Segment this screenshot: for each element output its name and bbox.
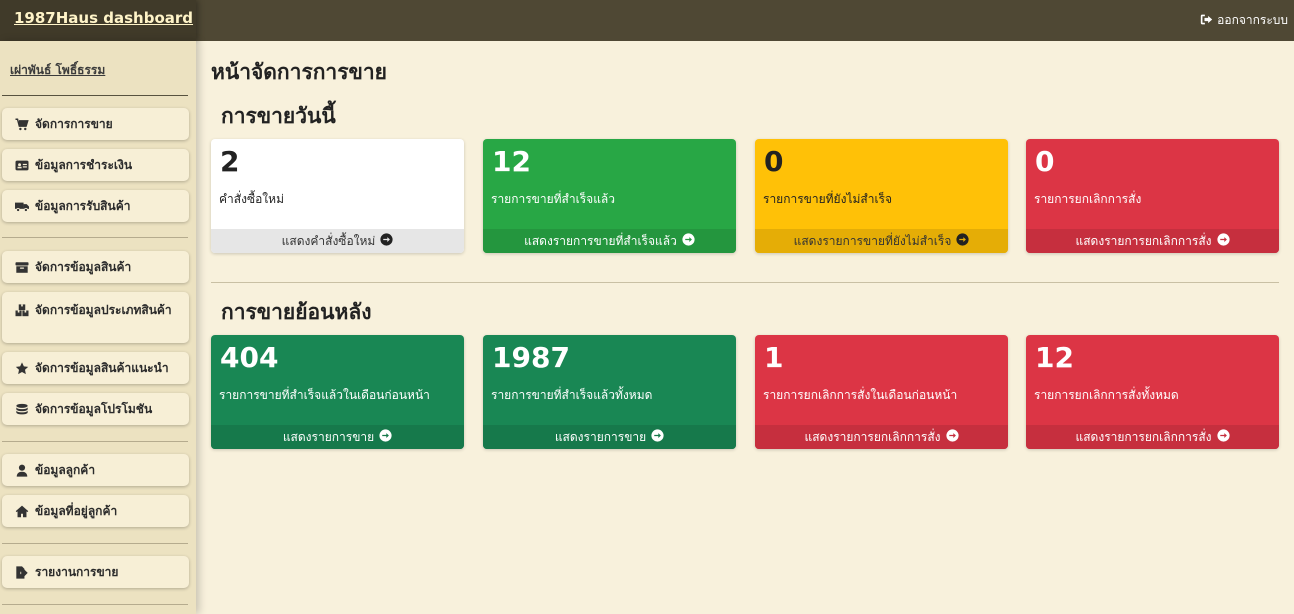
card-link[interactable]: แสดงรายการยกเลิกการสั่ง xyxy=(1026,425,1279,449)
card-link-label: แสดงคำสั่งซื้อใหม่ xyxy=(281,233,376,248)
sidebar-item-receiving-info[interactable]: ข้อมูลการรับสินค้า xyxy=(2,190,189,222)
report-export-icon xyxy=(15,565,30,579)
card-label: รายการขายที่สำเร็จแล้ว xyxy=(491,192,616,206)
arrow-circle-right-icon xyxy=(1216,429,1230,445)
sidebar: เผ่าพันธ์ โพธิ์ธรรม จัดการการขาย ข้อมูลก… xyxy=(0,41,196,614)
sidebar-divider xyxy=(2,441,188,442)
card-value: 1987 xyxy=(492,341,570,374)
sidebar-item-label: จัดการข้อมูลประเภทสินค้า xyxy=(35,303,172,317)
card-value: 1 xyxy=(764,341,784,374)
card-value: 12 xyxy=(1035,341,1074,374)
sidebar-item-product-management[interactable]: จัดการข้อมูลสินค้า xyxy=(2,251,189,283)
sidebar-item-recommended-products[interactable]: จัดการข้อมูลสินค้าแนะนำ xyxy=(2,352,189,384)
brand-area: 1987Haus dashboard xyxy=(0,0,196,41)
card-link-label: แสดงรายการยกเลิกการสั่ง xyxy=(804,429,941,444)
brand-link[interactable]: 1987Haus dashboard xyxy=(14,9,193,27)
sidebar-item-label: รายงานการขาย xyxy=(35,564,119,579)
sidebar-item-label: ข้อมูลที่อยู่ลูกค้า xyxy=(35,503,118,518)
card-link-label: แสดงรายการยกเลิกการสั่ง xyxy=(1075,233,1212,248)
sidebar-divider xyxy=(2,543,188,544)
card-completed-sales: 12 รายการขายที่สำเร็จแล้ว แสดงรายการขายท… xyxy=(483,139,736,253)
card-label: รายการยกเลิกการสั่ง xyxy=(1034,192,1142,206)
card-cancelled-last-month: 1 รายการยกเลิกการสั่งในเดือนก่อนหน้า แสด… xyxy=(755,335,1008,449)
card-label: รายการขายที่สำเร็จแล้วในเดือนก่อนหน้า xyxy=(219,388,430,402)
payment-card-icon xyxy=(15,159,30,172)
arrow-circle-right-icon xyxy=(1216,233,1230,249)
cart-icon xyxy=(15,117,30,131)
sidebar-divider xyxy=(2,237,188,238)
sidebar-divider xyxy=(2,604,188,605)
card-link[interactable]: แสดงรายการยกเลิกการสั่ง xyxy=(1026,229,1279,253)
card-link-label: แสดงรายการขายที่สำเร็จแล้ว xyxy=(524,233,677,248)
sidebar-item-label: ข้อมูลลูกค้า xyxy=(35,462,96,477)
card-link-label: แสดงรายการยกเลิกการสั่ง xyxy=(1075,429,1212,444)
sign-out-icon xyxy=(1200,13,1213,29)
card-label: รายการขายที่ยังไม่สำเร็จ xyxy=(763,192,893,206)
card-cancelled-orders: 0 รายการยกเลิกการสั่ง แสดงรายการยกเลิกกา… xyxy=(1026,139,1279,253)
sidebar-item-customer-address[interactable]: ข้อมูลที่อยู่ลูกค้า xyxy=(2,495,189,527)
star-icon xyxy=(15,361,30,375)
sidebar-item-label: ข้อมูลการชำระเงิน xyxy=(35,157,133,172)
arrow-circle-right-icon xyxy=(682,233,695,249)
card-incomplete-sales: 0 รายการขายที่ยังไม่สำเร็จ แสดงรายการขาย… xyxy=(755,139,1008,253)
logout-label: ออกจากระบบ xyxy=(1217,13,1288,27)
card-link[interactable]: แสดงรายการขาย xyxy=(483,425,736,449)
boxes-icon xyxy=(15,304,30,317)
sidebar-divider xyxy=(2,95,188,96)
card-value: 12 xyxy=(492,145,531,178)
card-link[interactable]: แสดงรายการยกเลิกการสั่ง xyxy=(755,425,1008,449)
card-label: คำสั่งซื้อใหม่ xyxy=(219,192,284,206)
card-label: รายการขายที่สำเร็จแล้วทั้งหมด xyxy=(491,388,653,402)
section-title-today: การขายวันนี้ xyxy=(221,104,336,128)
user-name-link[interactable]: เผ่าพันธ์ โพธิ์ธรรม xyxy=(10,61,105,80)
top-navbar: 1987Haus dashboard ออกจากระบบ xyxy=(0,0,1294,41)
sidebar-item-label: จัดการข้อมูลสินค้า xyxy=(35,259,132,274)
arrow-circle-right-icon xyxy=(651,429,664,445)
card-value: 404 xyxy=(220,341,279,374)
card-completed-last-month: 404 รายการขายที่สำเร็จแล้วในเดือนก่อนหน้… xyxy=(211,335,464,449)
home-icon xyxy=(15,505,30,518)
arrow-circle-right-icon xyxy=(956,233,969,249)
sidebar-item-customer-info[interactable]: ข้อมูลลูกค้า xyxy=(2,454,189,486)
arrow-circle-right-icon xyxy=(380,233,393,249)
truck-icon xyxy=(15,200,30,213)
card-link[interactable]: แสดงรายการขายที่ยังไม่สำเร็จ xyxy=(755,229,1008,253)
sidebar-item-label: จัดการข้อมูลโปรโมชัน xyxy=(35,401,153,416)
logout-link[interactable]: ออกจากระบบ xyxy=(1200,11,1288,30)
card-label: รายการยกเลิกการสั่งทั้งหมด xyxy=(1034,388,1179,402)
sidebar-item-payment-info[interactable]: ข้อมูลการชำระเงิน xyxy=(2,149,189,181)
arrow-circle-right-icon xyxy=(945,429,959,445)
card-cancelled-all: 12 รายการยกเลิกการสั่งทั้งหมด แสดงรายการ… xyxy=(1026,335,1279,449)
card-label: รายการยกเลิกการสั่งในเดือนก่อนหน้า xyxy=(763,388,958,402)
sidebar-item-sales-report[interactable]: รายงานการขาย xyxy=(2,556,189,588)
coins-icon xyxy=(15,403,30,416)
page-title: หน้าจัดการการขาย xyxy=(211,60,387,84)
card-link[interactable]: แสดงรายการขายที่สำเร็จแล้ว xyxy=(483,229,736,253)
sidebar-item-sales-management[interactable]: จัดการการขาย xyxy=(2,108,189,140)
card-link-label: แสดงรายการขาย xyxy=(554,429,647,444)
sidebar-item-promotion-management[interactable]: จัดการข้อมูลโปรโมชัน xyxy=(2,393,189,425)
card-value: 2 xyxy=(220,145,240,178)
card-link[interactable]: แสดงรายการขาย xyxy=(211,425,464,449)
arrow-circle-right-icon xyxy=(379,429,392,445)
card-value: 0 xyxy=(764,145,784,178)
card-value: 0 xyxy=(1035,145,1055,178)
card-completed-all: 1987 รายการขายที่สำเร็จแล้วทั้งหมด แสดงร… xyxy=(483,335,736,449)
sidebar-item-label: จัดการการขาย xyxy=(35,116,113,131)
section-title-history: การขายย้อนหลัง xyxy=(221,300,372,324)
sidebar-item-label: จัดการข้อมูลสินค้าแนะนำ xyxy=(35,360,169,375)
sidebar-item-category-management[interactable]: จัดการข้อมูลประเภทสินค้า xyxy=(2,292,189,343)
card-link-label: แสดงรายการขายที่ยังไม่สำเร็จ xyxy=(793,233,952,248)
section-divider xyxy=(211,282,1279,283)
card-link-label: แสดงรายการขาย xyxy=(282,429,375,444)
sidebar-item-label: ข้อมูลการรับสินค้า xyxy=(35,198,131,213)
user-icon xyxy=(15,464,30,477)
card-new-orders: 2 คำสั่งซื้อใหม่ แสดงคำสั่งซื้อใหม่ xyxy=(211,139,464,253)
card-link[interactable]: แสดงคำสั่งซื้อใหม่ xyxy=(211,229,464,253)
archive-box-icon xyxy=(15,261,30,274)
